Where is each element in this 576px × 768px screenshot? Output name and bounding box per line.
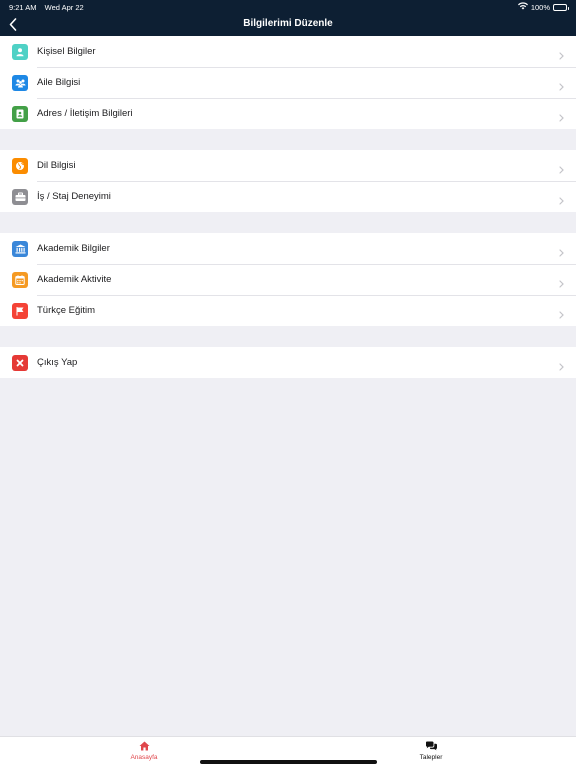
row-label: Aile Bilgisi bbox=[37, 77, 81, 88]
group-personal: Kişisel Bilgiler Aile Bilgisi Adres / İl… bbox=[0, 36, 576, 129]
section-gap bbox=[0, 326, 576, 347]
home-indicator bbox=[200, 760, 377, 764]
home-icon bbox=[139, 741, 149, 751]
row-address-contact[interactable]: Adres / İletişim Bilgileri bbox=[0, 98, 576, 129]
chevron-right-icon bbox=[559, 109, 564, 127]
chevron-right-icon bbox=[559, 358, 564, 376]
battery-percent: 100% bbox=[530, 2, 550, 12]
flag-icon bbox=[12, 302, 28, 319]
row-work-experience[interactable]: İş / Staj Deneyimi bbox=[0, 181, 576, 212]
status-date: Wed Apr 22 bbox=[44, 3, 84, 12]
calendar-icon bbox=[12, 271, 28, 288]
group-academic: Akademik Bilgiler Akademik Aktivite Türk… bbox=[0, 233, 576, 326]
tab-requests[interactable]: Talepler bbox=[401, 741, 461, 761]
row-label: Çıkış Yap bbox=[37, 357, 78, 368]
close-icon bbox=[12, 354, 28, 371]
chat-bubbles-icon bbox=[425, 741, 437, 751]
chevron-right-icon bbox=[559, 47, 564, 65]
chevron-right-icon bbox=[559, 78, 564, 96]
section-gap bbox=[0, 212, 576, 233]
chevron-right-icon bbox=[559, 161, 564, 179]
section-gap bbox=[0, 129, 576, 150]
row-turkish-education[interactable]: Türkçe Eğitim bbox=[0, 295, 576, 326]
row-academic-info[interactable]: Akademik Bilgiler bbox=[0, 233, 576, 264]
university-icon bbox=[12, 240, 28, 257]
tab-requests-label: Talepler bbox=[419, 754, 443, 761]
contact-card-icon bbox=[12, 105, 28, 122]
row-academic-activity[interactable]: Akademik Aktivite bbox=[0, 264, 576, 295]
chevron-right-icon bbox=[559, 192, 564, 210]
person-icon bbox=[12, 43, 28, 60]
group-logout: Çıkış Yap bbox=[0, 347, 576, 378]
settings-list: Kişisel Bilgiler Aile Bilgisi Adres / İl… bbox=[0, 36, 576, 378]
status-time: 9:21 AM bbox=[9, 3, 37, 12]
row-label: Kişisel Bilgiler bbox=[37, 46, 96, 57]
row-family-info[interactable]: Aile Bilgisi bbox=[0, 67, 576, 98]
globe-icon bbox=[12, 157, 28, 174]
battery-icon bbox=[553, 3, 569, 11]
row-label: Akademik Bilgiler bbox=[37, 243, 110, 254]
navigation-header: 9:21 AM Wed Apr 22 100% Bilgilerimi Düze… bbox=[0, 0, 576, 36]
wifi-icon bbox=[517, 2, 528, 12]
row-personal-info[interactable]: Kişisel Bilgiler bbox=[0, 36, 576, 67]
tab-home[interactable]: Anasayfa bbox=[114, 741, 174, 761]
group-skills: Dil Bilgisi İş / Staj Deneyimi bbox=[0, 150, 576, 212]
row-logout[interactable]: Çıkış Yap bbox=[0, 347, 576, 378]
row-language-info[interactable]: Dil Bilgisi bbox=[0, 150, 576, 181]
tab-bar: Anasayfa Talepler bbox=[0, 736, 576, 768]
page-title: Bilgilerimi Düzenle bbox=[243, 18, 333, 29]
row-label: İş / Staj Deneyimi bbox=[37, 191, 111, 202]
family-icon bbox=[12, 74, 28, 91]
chevron-right-icon bbox=[559, 244, 564, 262]
row-label: Adres / İletişim Bilgileri bbox=[37, 108, 133, 119]
briefcase-icon bbox=[12, 188, 28, 205]
status-bar: 9:21 AM Wed Apr 22 100% bbox=[0, 0, 576, 14]
tab-home-label: Anasayfa bbox=[130, 754, 158, 761]
chevron-right-icon bbox=[559, 275, 564, 293]
row-label: Akademik Aktivite bbox=[37, 274, 112, 285]
row-label: Türkçe Eğitim bbox=[37, 305, 96, 316]
chevron-right-icon bbox=[559, 306, 564, 324]
row-label: Dil Bilgisi bbox=[37, 160, 76, 171]
